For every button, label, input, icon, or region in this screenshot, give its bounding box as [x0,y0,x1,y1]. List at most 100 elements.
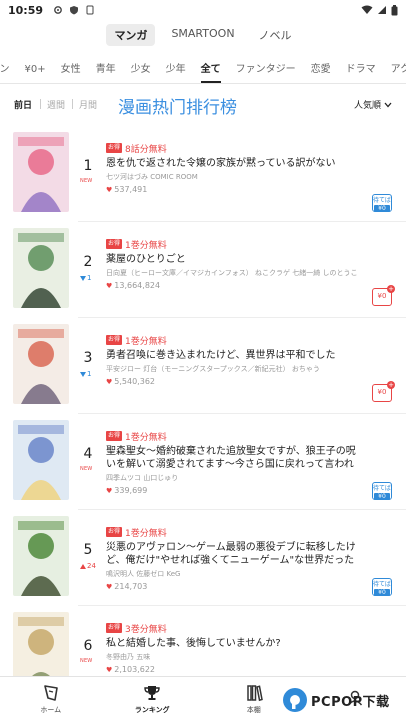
rank-down-indicator: 1 [80,370,91,378]
genre-tab[interactable]: 恋愛 [311,58,331,83]
rank-number: 5 [83,542,93,558]
ranking-controls: 前日 週間 月間 漫画热门排行榜 人気順 [0,94,406,118]
nav-ranking-label: ランキング [134,705,170,714]
manga-cover[interactable] [13,132,69,212]
ranking-row[interactable]: 4 NEW お得 1巻分無料 聖森聖女～婚約破棄された追放聖女ですが、狼王子の呪いを解い… [0,414,406,510]
genre-tab[interactable]: 少女 [131,58,151,83]
rank-up-indicator: 24 [80,562,96,570]
heart-icon: ♥ [106,281,113,290]
add-free-badge[interactable]: ¥0 + [372,285,395,306]
manga-info: お得 1巻分無料災悪のアヴァロン～ゲーム最弱の悪役デブに転移したけど、俺だけ"やせ… [106,526,392,591]
watermark-text: PCPOP下载 [311,694,390,710]
genre-tab[interactable]: 全て [200,58,221,83]
settings-icon [54,6,62,14]
wait-free-badge[interactable]: 待てば ¥0 [372,482,392,500]
period-monthly[interactable]: 月間 [79,98,97,111]
home-icon [43,684,58,701]
period-weekly[interactable]: 週間 [47,98,65,111]
cover-art [13,228,69,308]
likes-count: ♥ 2,103,622 [106,665,392,674]
rank-down-indicator: 1 [80,274,91,282]
manga-title[interactable]: 災悪のアヴァロン～ゲーム最弱の悪役デブに転移したけど、俺だけ"やせれば強くてニュ… [106,541,362,567]
promo-text: 1巻分無料 [125,336,167,347]
nav-home[interactable]: ホーム [0,677,102,720]
manga-cover[interactable] [13,324,69,404]
heart-icon: ♥ [106,185,113,194]
genre-tab[interactable]: アクション [391,58,406,83]
manga-title[interactable]: 私と結婚した事、後悔していませんか? [106,637,386,650]
period-daily[interactable]: 前日 [14,98,32,111]
genre-tab[interactable]: ¥0+ [25,58,46,83]
likes-value: 5,540,362 [114,377,155,386]
wifi-icon [361,5,373,14]
ranking-row[interactable]: 2 1 お得 1巻分無料 薬屋のひとりごと 日向夏（ヒーロー文庫／イマジカインフォス） ね… [0,222,406,318]
tab-manga[interactable]: マンガ [106,24,156,46]
genre-tab[interactable]: 女性 [61,58,81,83]
chevron-down-icon [384,102,392,107]
genre-tab[interactable]: 少年 [166,58,186,83]
arrow-down-icon [80,275,86,281]
promo-text: 1巻分無料 [125,432,167,443]
promo-tag: お得 [106,143,123,153]
likes-count: ♥ 537,491 [106,185,392,194]
period-divider [72,99,73,109]
ranking-row[interactable]: 5 24 お得 1巻分無料災悪のアヴァロン～ゲーム最弱の悪役デブに転移したけど、俺だけ… [0,510,406,606]
ranking-row[interactable]: 1 NEW お得 8話分無料 恩を仇で返された令嬢の家族が黙っている訳がない 七ツ河はづみ… [0,126,406,222]
watermark-icon [283,688,307,712]
manga-info: お得 3巻分無料 私と結婚した事、後悔していませんか? 冬野由乃 五味 ♥ 2,103,6… [106,622,392,674]
manga-title[interactable]: 勇者召喚に巻き込まれたけど、異世界は平和でした [106,349,362,362]
rank-delta-value: 24 [87,562,96,570]
promo-tag: お得 [106,239,123,249]
manga-cover[interactable] [13,516,69,596]
promo-line: お得 1巻分無料 [106,526,392,539]
promo-tag: お得 [106,623,123,633]
rank-delta-value: 1 [87,274,92,282]
promo-text: 3巻分無料 [125,624,167,635]
watermark-logo: PCPOP下载 [282,683,406,717]
promo-text: 8話分無料 [125,144,167,155]
manga-author: 平安ジロー 灯台（モーニングスタープックス／新紀元社） おちゃう [106,365,320,373]
ranking-row[interactable]: 3 1 お得 1巻分無料 勇者召喚に巻き込まれたけど、異世界は平和でした 平安ジロー 灯台… [0,318,406,414]
manga-cover[interactable] [13,228,69,308]
tab-smartoon[interactable]: SMARTOON [163,24,242,46]
heart-icon: ♥ [106,486,113,495]
manga-title[interactable]: 聖森聖女～婚約破棄された追放聖女ですが、狼王子の呪いを解いて溺愛されてます～今さ… [106,445,362,471]
arrow-down-icon [80,371,86,377]
ranking-row[interactable]: 6 NEW お得 3巻分無料 私と結婚した事、後悔していませんか? 冬野由乃 五味 ♥ 2,1… [0,606,406,676]
promo-line: お得 8話分無料 [106,142,392,155]
sim-icon [86,5,94,15]
manga-cover[interactable] [13,612,69,676]
rank-number: 3 [83,350,93,366]
rank-number: 1 [83,158,93,174]
heart-icon: ♥ [106,377,113,386]
genre-tab[interactable]: 青年 [96,58,116,83]
badge-top-label: 待てば [373,581,391,588]
signal-icon [378,6,386,14]
bookshelf-icon [247,684,263,701]
rank-number: 6 [83,638,93,654]
status-system-icons [53,5,95,15]
shield-icon [70,6,79,15]
manga-title[interactable]: 恩を仇で返された令嬢の家族が黙っている訳がない [106,157,362,170]
nav-bookshelf-label: 本棚 [246,705,261,714]
genre-tab[interactable]: ドラマ [346,58,376,83]
genre-tab[interactable]: ーン [0,58,10,83]
status-right-icons [361,4,398,16]
plus-icon: + [387,381,395,389]
tab-novel[interactable]: ノベル [251,24,300,46]
battery-icon [391,4,398,15]
manga-title[interactable]: 薬屋のひとりごと [106,253,362,266]
nav-ranking[interactable]: ランキング [102,677,204,720]
wait-free-badge[interactable]: 待てば ¥0 [372,194,392,212]
cover-art [13,612,69,676]
add-free-badge[interactable]: ¥0 + [372,381,395,402]
manga-cover[interactable] [13,420,69,500]
wait-free-badge[interactable]: 待てば ¥0 [372,578,392,596]
rank-number: 2 [83,254,93,270]
genre-tab[interactable]: ファンタジー [236,58,296,83]
likes-value: 339,699 [114,486,148,495]
sort-dropdown[interactable]: 人気順 [354,98,392,111]
manga-info: お得 1巻分無料 勇者召喚に巻き込まれたけど、異世界は平和でした 平安ジロー 灯台（モ… [106,334,392,386]
badge-top-label: 待てば [373,197,391,204]
genre-tab-list: ーン ¥0+ 女性青年少女少年全てファンタジー恋愛ドラマアクション [0,58,406,83]
